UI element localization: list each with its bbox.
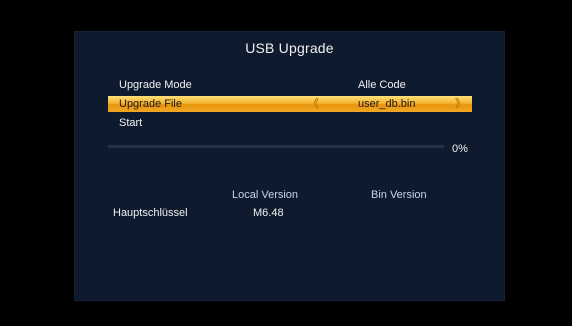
bin-version-header: Bin Version xyxy=(371,189,427,201)
tv-screen: USB Upgrade Upgrade Mode Alle Code Upgra… xyxy=(0,0,572,326)
progress-percent: 0% xyxy=(452,143,468,155)
chevron-left-icon[interactable]: 《 xyxy=(308,96,319,112)
version-row-name: Hauptschlüssel xyxy=(113,207,188,219)
dialog-title: USB Upgrade xyxy=(245,40,334,56)
version-row-local: M6.48 xyxy=(253,207,284,219)
menu-item-upgrade-file[interactable]: Upgrade File 《 user_db.bin 》 xyxy=(108,96,472,112)
upgrade-mode-label: Upgrade Mode xyxy=(119,79,192,91)
upgrade-file-value: user_db.bin xyxy=(358,98,416,110)
local-version-header: Local Version xyxy=(232,189,299,201)
upgrade-file-label: Upgrade File xyxy=(119,98,182,110)
chevron-right-icon[interactable]: 》 xyxy=(455,96,466,112)
start-label: Start xyxy=(119,117,143,129)
upgrade-mode-value: Alle Code xyxy=(358,79,406,91)
menu-item-start[interactable]: Start xyxy=(108,115,472,131)
usb-upgrade-dialog: USB Upgrade Upgrade Mode Alle Code Upgra… xyxy=(75,32,504,300)
menu-item-upgrade-mode[interactable]: Upgrade Mode Alle Code xyxy=(108,77,472,93)
progress-bar xyxy=(108,145,444,148)
